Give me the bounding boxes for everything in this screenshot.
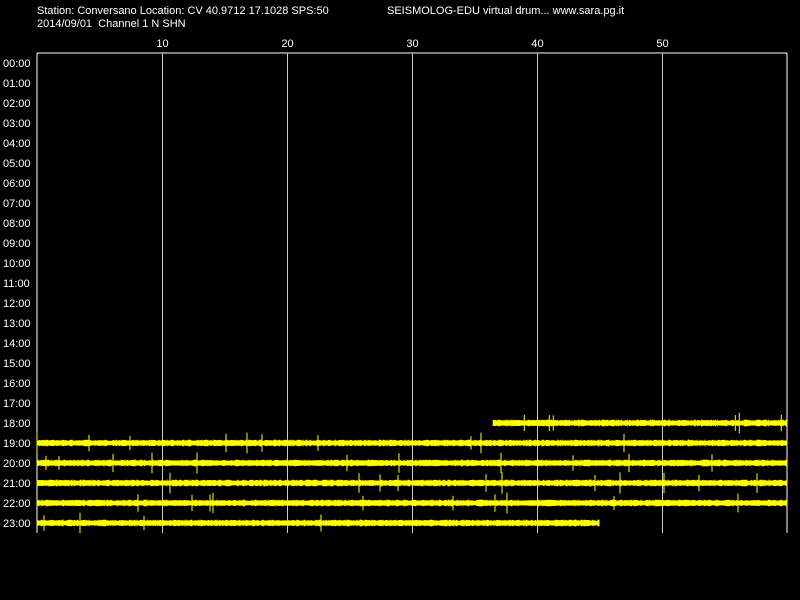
y-tick-label: 01:00 — [3, 78, 31, 90]
y-tick-label: 20:00 — [3, 458, 31, 470]
y-tick-label: 16:00 — [3, 378, 31, 390]
seismogram-drum-chart: 10 20 30 40 50 00:00 01:00 02:00 03:00 04:00 05:0… — [3, 38, 788, 534]
x-tick-labels: 10 20 30 40 50 — [156, 38, 668, 50]
y-tick-label: 04:00 — [3, 138, 31, 150]
y-tick-label: 19:00 — [3, 438, 31, 450]
y-tick-label: 14:00 — [3, 338, 31, 350]
y-tick-label: 07:00 — [3, 198, 31, 210]
trace-2300 — [36, 512, 600, 534]
y-tick-labels: 00:00 01:00 02:00 03:00 04:00 05:00 06:00 07:00… — [3, 58, 31, 530]
y-tick-label: 10:00 — [3, 258, 31, 270]
x-tick-label: 50 — [656, 38, 668, 50]
x-tick-label: 40 — [531, 38, 543, 50]
x-tick-label: 30 — [406, 38, 418, 50]
y-tick-label: 12:00 — [3, 298, 31, 310]
y-tick-label: 05:00 — [3, 158, 31, 170]
y-tick-label: 22:00 — [3, 498, 31, 510]
y-tick-label: 08:00 — [3, 218, 31, 230]
y-tick-label: 02:00 — [3, 98, 31, 110]
y-tick-label: 06:00 — [3, 178, 31, 190]
y-tick-label: 13:00 — [3, 318, 31, 330]
y-tick-label: 21:00 — [3, 478, 31, 490]
x-tick-label: 10 — [156, 38, 168, 50]
y-tick-label: 18:00 — [3, 418, 31, 430]
y-tick-label: 03:00 — [3, 118, 31, 130]
y-tick-label: 00:00 — [3, 58, 31, 70]
x-tick-label: 20 — [281, 38, 293, 50]
y-tick-label: 23:00 — [3, 518, 31, 530]
y-tick-label: 17:00 — [3, 398, 31, 410]
y-tick-label: 09:00 — [3, 238, 31, 250]
y-tick-label: 11:00 — [3, 278, 30, 290]
y-tick-label: 15:00 — [3, 358, 31, 370]
